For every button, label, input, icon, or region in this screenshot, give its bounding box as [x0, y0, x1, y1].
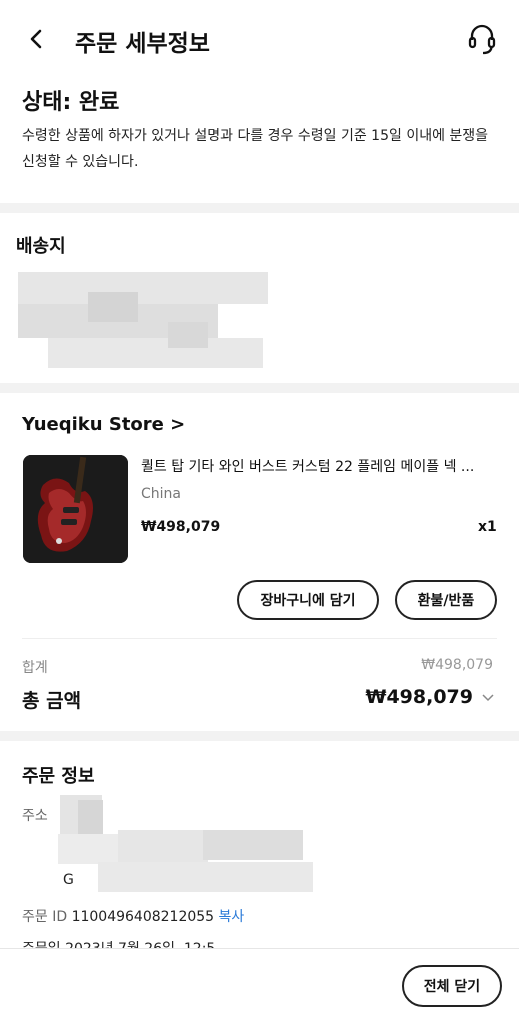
chevron-down-icon[interactable]: [480, 690, 496, 706]
address-label: 주소: [22, 808, 48, 824]
order-id-value: 1100496408212055: [71, 909, 215, 925]
refund-return-button[interactable]: 환불/반품: [395, 580, 497, 620]
close-all-button[interactable]: 전체 닫기: [402, 965, 502, 1007]
address-partial-text: G: [63, 872, 74, 888]
add-to-cart-button[interactable]: 장바구니에 담기: [237, 580, 379, 620]
total-label: 총 금액: [22, 690, 82, 712]
product-image[interactable]: [23, 455, 128, 563]
product-name[interactable]: 퀼트 탑 기타 와인 버스트 커스텀 22 플레임 메이플 넥 ...: [141, 456, 496, 476]
status-title: 상태: 완료: [22, 90, 120, 115]
page-title: 주문 세부정보: [75, 31, 210, 57]
store-link[interactable]: Yueqiku Store >: [22, 414, 185, 435]
total-value: ₩498,079: [365, 686, 474, 708]
headset-icon[interactable]: [466, 22, 498, 56]
section-divider: [0, 203, 519, 213]
order-address-redacted: [58, 790, 318, 900]
copy-order-id-link[interactable]: 복사: [219, 909, 245, 925]
product-quantity: x1: [478, 519, 497, 535]
product-price: ₩498,079: [141, 519, 221, 535]
product-origin: China: [141, 486, 181, 502]
divider-line: [22, 638, 497, 639]
chevron-left-icon[interactable]: [22, 24, 50, 54]
order-id-row: 주문 ID 1100496408212055 복사: [22, 906, 244, 926]
order-id-label: 주문 ID: [22, 909, 68, 925]
subtotal-label: 합계: [22, 660, 48, 676]
shipping-title: 배송지: [16, 236, 66, 257]
status-description: 수령한 상품에 하자가 있거나 설명과 다를 경우 수령일 기준 15일 이내에…: [22, 128, 489, 170]
subtotal-value: ₩498,079: [421, 657, 493, 673]
order-info-title: 주문 정보: [22, 766, 95, 787]
section-divider: [0, 731, 519, 741]
section-divider: [0, 383, 519, 393]
shipping-address-redacted: [18, 262, 268, 372]
